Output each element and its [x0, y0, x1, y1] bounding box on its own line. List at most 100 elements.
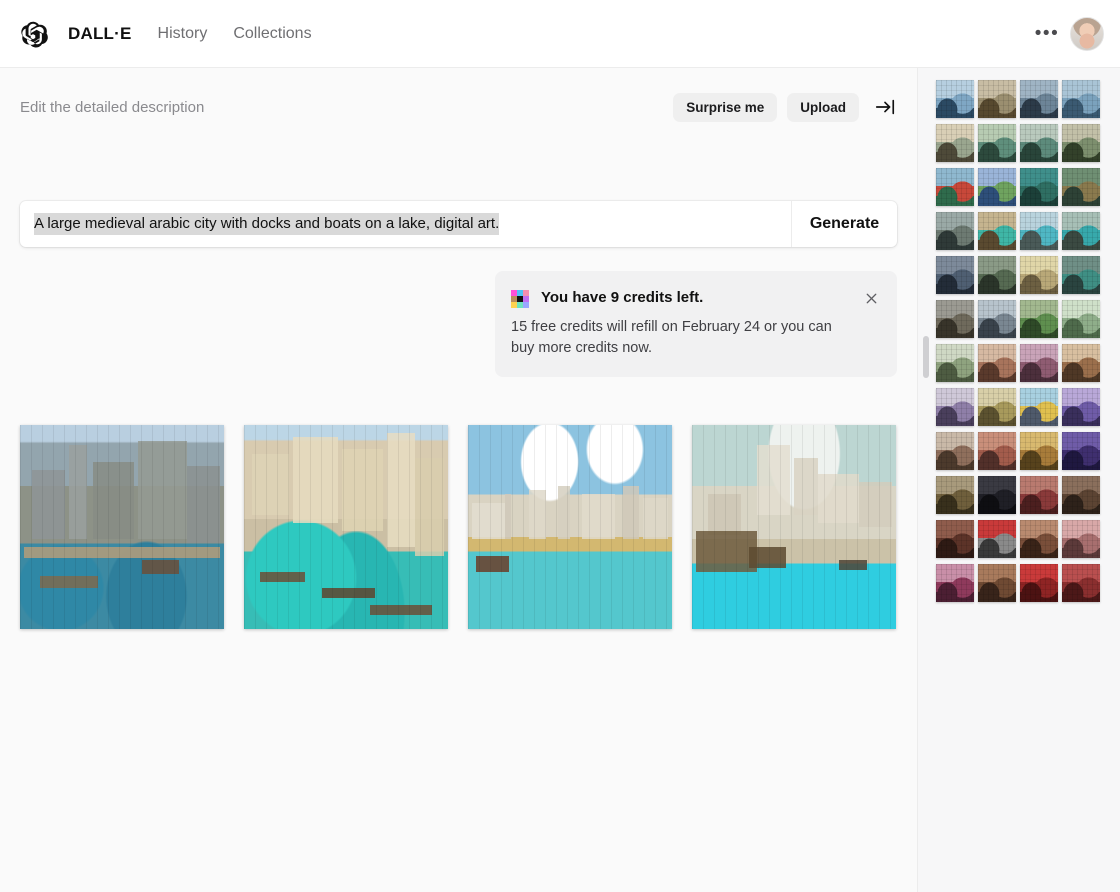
image-texture [468, 425, 672, 629]
thumbnail-texture [978, 344, 1016, 382]
thumbnail-texture [936, 168, 974, 206]
history-thumbnail[interactable] [1062, 432, 1100, 470]
history-thumbnail[interactable] [936, 476, 974, 514]
history-thumbnail[interactable] [936, 520, 974, 558]
thumbnail-texture [936, 80, 974, 118]
history-thumbnail[interactable] [1020, 168, 1058, 206]
thumbnail-texture [936, 388, 974, 426]
history-thumbnail[interactable] [1062, 564, 1100, 602]
history-thumbnail[interactable] [978, 80, 1016, 118]
thumbnail-texture [1020, 168, 1058, 206]
history-thumbnail[interactable] [978, 520, 1016, 558]
history-thumbnail[interactable] [1020, 212, 1058, 250]
history-thumbnail[interactable] [1020, 80, 1058, 118]
thumbnail-texture [1020, 564, 1058, 602]
thumbnail-texture [978, 476, 1016, 514]
image-texture [244, 425, 448, 629]
thumbnail-texture [1020, 124, 1058, 162]
history-thumbnail[interactable] [1020, 300, 1058, 338]
thumbnail-texture [1020, 300, 1058, 338]
history-thumbnail[interactable] [978, 432, 1016, 470]
thumbnail-texture [936, 212, 974, 250]
history-thumbnail[interactable] [936, 80, 974, 118]
history-scrollbar[interactable] [923, 336, 929, 378]
generated-image-2[interactable] [244, 425, 448, 629]
history-thumbnail[interactable] [1062, 476, 1100, 514]
history-thumbnail[interactable] [936, 344, 974, 382]
nav-link-history[interactable]: History [158, 25, 208, 43]
thumbnail-texture [936, 256, 974, 294]
thumbnail-texture [1062, 124, 1100, 162]
thumbnail-texture [978, 212, 1016, 250]
prompt-input-value[interactable]: A large medieval arabic city with docks … [34, 213, 500, 235]
history-sidebar [917, 68, 1120, 892]
history-thumbnail[interactable] [1020, 124, 1058, 162]
history-thumbnail[interactable] [936, 168, 974, 206]
history-thumbnail[interactable] [978, 476, 1016, 514]
main-content-area: Edit the detailed description Surprise m… [0, 68, 917, 892]
nav-link-collections[interactable]: Collections [233, 25, 311, 43]
thumbnail-texture [1062, 344, 1100, 382]
history-thumbnail[interactable] [1020, 388, 1058, 426]
credits-pixel-icon [511, 290, 529, 308]
thumbnail-texture [978, 432, 1016, 470]
history-thumbnail[interactable] [978, 388, 1016, 426]
arrow-right-to-bar-icon[interactable] [873, 95, 897, 119]
generated-images-grid [20, 425, 896, 629]
history-thumbnail[interactable] [1062, 256, 1100, 294]
surprise-me-button[interactable]: Surprise me [673, 92, 778, 122]
thumbnail-texture [1062, 476, 1100, 514]
avatar[interactable] [1070, 16, 1104, 51]
history-thumbnail[interactable] [978, 124, 1016, 162]
prompt-label: Edit the detailed description [20, 98, 205, 116]
prompt-toolbar: Edit the detailed description Surprise m… [20, 92, 897, 122]
generated-image-3[interactable] [468, 425, 672, 629]
avatar-image [1071, 17, 1103, 50]
history-thumbnail-grid [936, 80, 1108, 602]
history-thumbnail[interactable] [978, 300, 1016, 338]
history-thumbnail[interactable] [936, 432, 974, 470]
brand-title: DALL·E [68, 23, 132, 43]
history-thumbnail[interactable] [978, 564, 1016, 602]
history-thumbnail[interactable] [1020, 432, 1058, 470]
thumbnail-texture [1062, 520, 1100, 558]
history-thumbnail[interactable] [936, 564, 974, 602]
history-thumbnail[interactable] [936, 212, 974, 250]
history-thumbnail[interactable] [1020, 476, 1058, 514]
history-thumbnail[interactable] [1020, 344, 1058, 382]
history-thumbnail[interactable] [1020, 564, 1058, 602]
thumbnail-texture [1020, 476, 1058, 514]
history-thumbnail[interactable] [1062, 300, 1100, 338]
credits-banner-header: You have 9 credits left. [511, 289, 881, 308]
generated-image-1[interactable] [20, 425, 224, 629]
close-icon[interactable] [861, 288, 881, 308]
history-thumbnail[interactable] [978, 344, 1016, 382]
generate-button[interactable]: Generate [791, 201, 897, 247]
history-thumbnail[interactable] [1020, 520, 1058, 558]
history-thumbnail[interactable] [978, 256, 1016, 294]
history-thumbnail[interactable] [978, 168, 1016, 206]
credits-banner: You have 9 credits left. 15 free credits… [495, 271, 897, 377]
history-thumbnail[interactable] [1062, 388, 1100, 426]
history-thumbnail[interactable] [936, 256, 974, 294]
history-thumbnail[interactable] [936, 124, 974, 162]
history-thumbnail[interactable] [936, 300, 974, 338]
openai-logo-icon[interactable] [18, 19, 48, 49]
history-thumbnail[interactable] [1062, 168, 1100, 206]
history-thumbnail[interactable] [1020, 256, 1058, 294]
history-thumbnail[interactable] [1062, 124, 1100, 162]
history-thumbnail[interactable] [1062, 80, 1100, 118]
history-thumbnail[interactable] [978, 212, 1016, 250]
history-thumbnail[interactable] [1062, 212, 1100, 250]
more-options-icon[interactable]: ••• [1034, 21, 1060, 47]
image-texture [20, 425, 224, 629]
history-thumbnail[interactable] [1062, 344, 1100, 382]
prompt-input[interactable]: A large medieval arabic city with docks … [20, 201, 791, 247]
generated-image-4[interactable] [692, 425, 896, 629]
dalle-app: DALL·E History Collections ••• Edit the … [0, 0, 1120, 892]
upload-button[interactable]: Upload [787, 92, 859, 122]
history-thumbnail[interactable] [1062, 520, 1100, 558]
credits-banner-body: 15 free credits will refill on February … [511, 319, 832, 356]
thumbnail-texture [936, 124, 974, 162]
history-thumbnail[interactable] [936, 388, 974, 426]
